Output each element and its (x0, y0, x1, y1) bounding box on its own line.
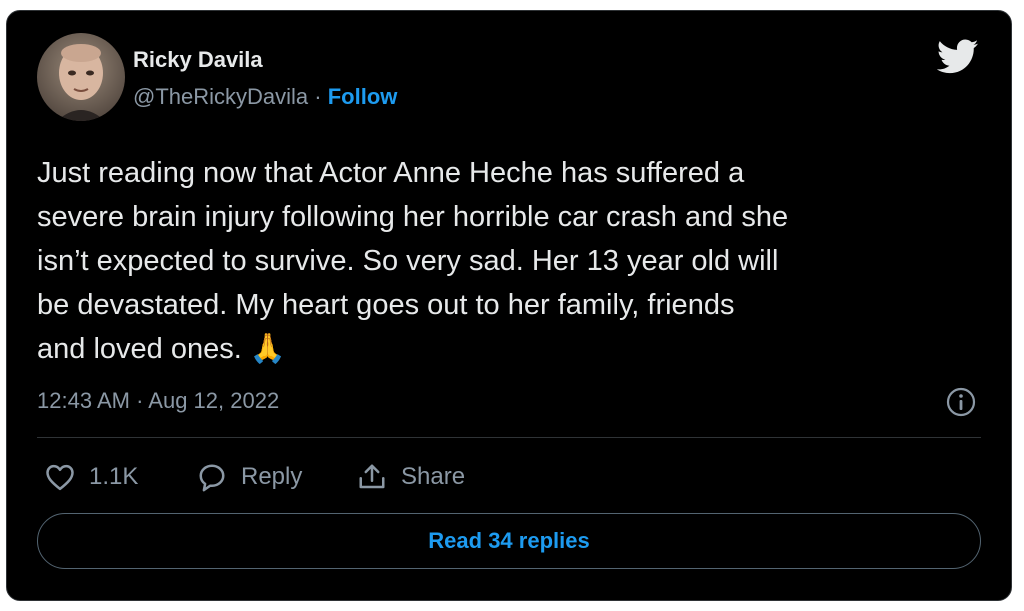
tweet-text: Just reading now that Actor Anne Heche h… (37, 157, 789, 365)
tweet-timestamp[interactable]: 12:43 AM · Aug 12, 2022 (37, 388, 279, 414)
like-button[interactable]: 1.1K (45, 457, 138, 497)
read-replies-button[interactable]: Read 34 replies (37, 513, 981, 569)
reply-button[interactable]: Reply (197, 457, 302, 497)
divider (37, 437, 981, 438)
reply-label: Reply (241, 463, 303, 490)
follow-link[interactable]: Follow (328, 84, 398, 109)
share-upload-icon (359, 464, 385, 489)
info-icon[interactable] (945, 386, 977, 418)
speech-bubble-icon (199, 464, 225, 492)
author-name[interactable]: Ricky Davila (133, 47, 263, 73)
avatar[interactable] (37, 33, 125, 121)
handle-separator: · (308, 84, 328, 109)
author-handle[interactable]: @TheRickyDavila (133, 84, 308, 109)
share-button[interactable]: Share (357, 457, 465, 497)
heart-icon (46, 464, 74, 491)
twitter-bird-icon[interactable] (936, 39, 979, 75)
tweet-card: Ricky Davila @TheRickyDavila · Follow Ju… (6, 10, 1012, 601)
share-label: Share (401, 463, 466, 490)
like-count: 1.1K (89, 463, 139, 490)
avatar-image (37, 33, 125, 121)
author-handle-line: @TheRickyDavila · Follow (133, 84, 397, 110)
